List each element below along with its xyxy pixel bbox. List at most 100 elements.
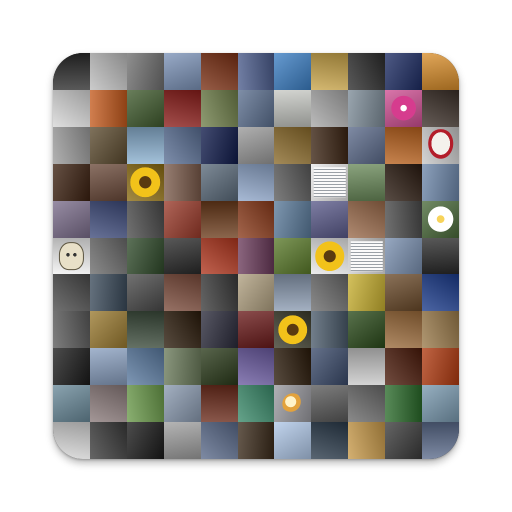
flower-icon xyxy=(426,204,455,234)
thumbnail-shading xyxy=(274,89,312,127)
photo-thumbnail xyxy=(422,89,459,127)
thumbnail-shading xyxy=(89,274,127,312)
thumbnail-shading xyxy=(237,385,275,423)
photo-thumbnail xyxy=(163,348,201,386)
photo-thumbnail xyxy=(385,53,423,90)
photo-thumbnail xyxy=(274,163,312,201)
thumbnail-shading xyxy=(237,348,275,386)
thumbnail-shading xyxy=(126,237,164,275)
thumbnail-shading xyxy=(53,126,90,164)
thumbnail-shading xyxy=(385,237,423,275)
photo-thumbnail xyxy=(89,385,127,423)
photo-mosaic-app-icon[interactable] xyxy=(53,53,459,459)
photo-thumbnail xyxy=(274,348,312,386)
photo-thumbnail xyxy=(89,311,127,349)
photo-thumbnail xyxy=(89,237,127,275)
thumbnail-shading xyxy=(89,53,127,90)
photo-thumbnail xyxy=(53,274,90,312)
thumbnail-shading xyxy=(348,163,386,201)
photo-thumbnail xyxy=(126,274,164,312)
thumbnail-shading xyxy=(348,311,386,349)
photo-thumbnail xyxy=(53,53,90,90)
photo-thumbnail xyxy=(348,274,386,312)
photo-thumbnail xyxy=(53,126,90,164)
thumbnail-shading xyxy=(126,311,164,349)
thumbnail-shading xyxy=(237,126,275,164)
thumbnail-shading xyxy=(163,163,201,201)
thumbnail-shading xyxy=(53,89,90,127)
photo-thumbnail xyxy=(89,348,127,386)
thumbnail-shading xyxy=(274,126,312,164)
thumbnail-shading xyxy=(200,53,238,90)
photo-thumbnail xyxy=(311,126,349,164)
photo-thumbnail xyxy=(163,422,201,459)
thumbnail-shading xyxy=(200,274,238,312)
thumbnail-shading xyxy=(126,126,164,164)
thumbnail-shading xyxy=(348,126,386,164)
thumbnail-shading xyxy=(348,274,386,312)
photo-thumbnail xyxy=(200,89,238,127)
doc-icon xyxy=(350,241,383,271)
thumbnail-shading xyxy=(89,311,127,349)
photo-thumbnail xyxy=(163,89,201,127)
thumbnail-shading xyxy=(311,274,349,312)
sunflower-icon xyxy=(278,315,308,345)
thumbnail-shading xyxy=(200,348,238,386)
thumbnail-shading xyxy=(274,422,312,459)
photo-thumbnail xyxy=(385,348,423,386)
thumbnail-shading xyxy=(89,385,127,423)
thumbnail-shading xyxy=(163,311,201,349)
photo-thumbnail xyxy=(422,237,459,275)
thumbnail-shading xyxy=(422,274,459,312)
thumbnail-shading xyxy=(53,311,90,349)
orchid-icon xyxy=(389,93,419,123)
robot-icon xyxy=(59,242,84,270)
photo-thumbnail xyxy=(163,126,201,164)
doc-icon xyxy=(313,167,347,197)
photo-thumbnail xyxy=(89,200,127,238)
thumbnail-shading xyxy=(200,89,238,127)
thumbnail-shading xyxy=(237,53,275,90)
thumbnail-shading xyxy=(348,200,386,238)
thumbnail-shading xyxy=(385,163,423,201)
thumbnail-shading xyxy=(311,200,349,238)
photo-thumbnail xyxy=(385,385,423,423)
photo-thumbnail xyxy=(89,53,127,90)
thumbnail-shading xyxy=(385,274,423,312)
photo-thumbnail xyxy=(163,237,201,275)
photo-thumbnail xyxy=(237,385,275,423)
thumbnail-shading xyxy=(126,348,164,386)
photo-thumbnail xyxy=(163,163,201,201)
photo-thumbnail xyxy=(385,163,423,201)
photo-thumbnail xyxy=(53,163,90,201)
photo-thumbnail xyxy=(385,311,423,349)
photo-thumbnail xyxy=(53,311,90,349)
photo-thumbnail xyxy=(53,200,90,238)
thumbnail-shading xyxy=(237,200,275,238)
photo-thumbnail xyxy=(53,385,90,423)
photo-thumbnail xyxy=(422,126,459,164)
thumbnail-shading xyxy=(89,200,127,238)
thumbnail-shading xyxy=(385,126,423,164)
thumbnail-shading xyxy=(53,348,90,386)
thumbnail-shading xyxy=(422,237,459,275)
photo-thumbnail xyxy=(200,422,238,459)
photo-thumbnail xyxy=(200,200,238,238)
thumbnail-shading xyxy=(89,126,127,164)
photo-thumbnail xyxy=(53,89,90,127)
photo-thumbnail xyxy=(53,348,90,386)
thumbnail-shading xyxy=(163,422,201,459)
thumbnail-shading xyxy=(126,422,164,459)
thumbnail-shading xyxy=(53,422,90,459)
thumbnail-shading xyxy=(89,89,127,127)
thumbnail-shading xyxy=(126,53,164,90)
thumbnail-shading xyxy=(237,274,275,312)
thumbnail-shading xyxy=(237,311,275,349)
photo-thumbnail xyxy=(89,274,127,312)
photo-thumbnail xyxy=(422,53,459,90)
photo-thumbnail xyxy=(422,348,459,386)
thumbnail-shading xyxy=(237,89,275,127)
thumbnail-shading xyxy=(422,385,459,423)
photo-thumbnail xyxy=(237,348,275,386)
thumbnail-shading xyxy=(311,126,349,164)
